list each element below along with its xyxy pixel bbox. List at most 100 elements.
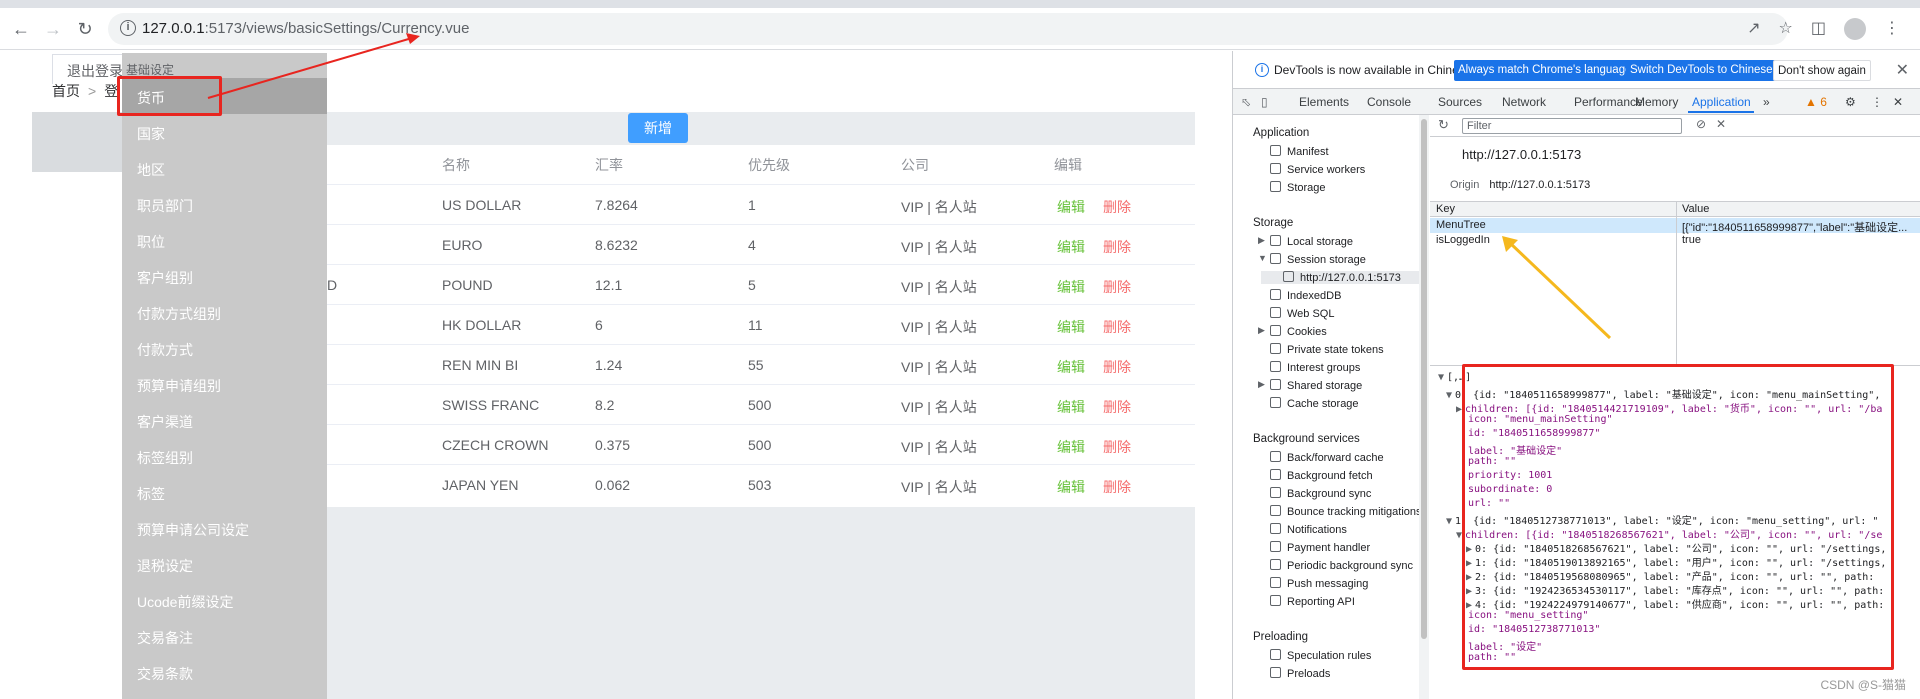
- sidebar-item-storage[interactable]: Storage: [1270, 181, 1326, 194]
- kebab-menu-icon[interactable]: ⋮: [1871, 95, 1883, 109]
- more-menu-icon[interactable]: ⋮: [1884, 18, 1900, 40]
- tab-elements[interactable]: Elements: [1299, 95, 1349, 109]
- menu-item-tax-refund[interactable]: 退税设定: [122, 546, 327, 582]
- expand-arrow-icon[interactable]: ▶: [1258, 325, 1265, 336]
- menu-item-position[interactable]: 职位: [122, 222, 327, 258]
- delete-selected-icon[interactable]: ✕: [1716, 117, 1726, 131]
- edit-link[interactable]: 编辑: [1057, 437, 1085, 457]
- sidebar-item-local-storage[interactable]: ▶ Local storage: [1258, 235, 1353, 248]
- sidebar-item-manifest[interactable]: Manifest: [1270, 145, 1329, 158]
- add-button[interactable]: 新增: [628, 113, 688, 143]
- reload-icon[interactable]: ↻: [74, 18, 96, 40]
- share-icon[interactable]: ↗: [1747, 18, 1760, 40]
- close-devtools-icon[interactable]: ✕: [1893, 95, 1903, 109]
- sidebar-item-push-messaging[interactable]: Push messaging: [1270, 577, 1368, 590]
- edit-link[interactable]: 编辑: [1057, 357, 1085, 377]
- sidebar-item-session-storage[interactable]: ▼ Session storage: [1258, 253, 1366, 266]
- forward-icon[interactable]: →: [42, 18, 64, 40]
- menu-item-payment-method[interactable]: 付款方式: [122, 330, 327, 366]
- delete-link[interactable]: 删除: [1103, 437, 1131, 457]
- sidebar-item-background-fetch[interactable]: Background fetch: [1270, 469, 1373, 482]
- menu-item-payment-group[interactable]: 付款方式组别: [122, 294, 327, 330]
- tab-sources[interactable]: Sources: [1438, 95, 1482, 109]
- address-bar[interactable]: i 127.0.0.1:5173/views/basicSettings/Cur…: [108, 13, 1788, 45]
- sidebar-item-service-workers[interactable]: Service workers: [1270, 163, 1365, 176]
- match-language-button[interactable]: Always match Chrome's language: [1454, 60, 1636, 81]
- sidebar-item-interest-groups[interactable]: Interest groups: [1270, 361, 1360, 374]
- url-text[interactable]: 127.0.0.1:5173/views/basicSettings/Curre…: [142, 20, 469, 37]
- delete-link[interactable]: 删除: [1103, 317, 1131, 337]
- sidebar-item-periodic-sync[interactable]: Periodic background sync: [1270, 559, 1413, 572]
- menu-item-budget-group[interactable]: 预算申请组别: [122, 366, 327, 402]
- sidebar-item-preloads[interactable]: Preloads: [1270, 667, 1330, 680]
- edit-link[interactable]: 编辑: [1057, 397, 1085, 417]
- delete-link[interactable]: 删除: [1103, 277, 1131, 297]
- sidebar-item-reporting-api[interactable]: Reporting API: [1270, 595, 1355, 608]
- menu-item-trade-terms[interactable]: 交易条款: [122, 654, 327, 690]
- menu-item-department[interactable]: 职员部门: [122, 186, 327, 222]
- edit-link[interactable]: 编辑: [1057, 237, 1085, 257]
- menu-item-budget-company[interactable]: 预算申请公司设定: [122, 510, 327, 546]
- sidebar-item-payment-handler[interactable]: Payment handler: [1270, 541, 1370, 554]
- more-tabs-icon[interactable]: »: [1763, 95, 1770, 109]
- settings-gear-icon[interactable]: ⚙: [1845, 95, 1856, 109]
- sidebar-item-cache-storage[interactable]: Cache storage: [1270, 397, 1359, 410]
- expand-arrow-icon[interactable]: ▶: [1258, 235, 1265, 246]
- tab-application[interactable]: Application: [1692, 95, 1751, 109]
- delete-link[interactable]: 删除: [1103, 397, 1131, 417]
- edit-link[interactable]: 编辑: [1057, 277, 1085, 297]
- sidebar-item-session-origin[interactable]: http://127.0.0.1:5173: [1261, 271, 1419, 284]
- kv-row-menutree[interactable]: MenuTree [{"id":"1840511658999877","labe…: [1430, 218, 1920, 234]
- tab-console[interactable]: Console: [1367, 95, 1411, 109]
- sidebar-item-websql[interactable]: Web SQL: [1270, 307, 1335, 320]
- sidebar-item-speculation-rules[interactable]: Speculation rules: [1270, 649, 1371, 662]
- delete-link[interactable]: 删除: [1103, 237, 1131, 257]
- expand-arrow-icon[interactable]: ▶: [1258, 379, 1265, 390]
- edit-link[interactable]: 编辑: [1057, 317, 1085, 337]
- menu-item-country[interactable]: 国家: [122, 114, 327, 150]
- menu-item-customer-channel[interactable]: 客户渠道: [122, 402, 327, 438]
- side-panel-icon[interactable]: ◫: [1811, 18, 1826, 40]
- delete-link[interactable]: 删除: [1103, 477, 1131, 497]
- warning-counter[interactable]: ▲ 6: [1805, 95, 1827, 109]
- filter-input[interactable]: Filter: [1462, 118, 1682, 134]
- sidebar-item-indexeddb[interactable]: IndexedDB: [1270, 289, 1341, 302]
- menu-item-ucode-prefix[interactable]: Ucode前缀设定: [122, 582, 327, 618]
- menu-item-tag-group[interactable]: 标签组别: [122, 438, 327, 474]
- dont-show-again-button[interactable]: Don't show again: [1773, 60, 1871, 81]
- key-column-header[interactable]: Key: [1436, 203, 1455, 215]
- inspect-icon[interactable]: ⬁: [1241, 95, 1251, 109]
- close-icon[interactable]: ✕: [1896, 60, 1909, 80]
- sidebar-item-private-state-tokens[interactable]: Private state tokens: [1270, 343, 1384, 356]
- device-toolbar-icon[interactable]: ▯: [1261, 95, 1268, 109]
- edit-link[interactable]: 编辑: [1057, 197, 1085, 217]
- menu-item-region[interactable]: 地区: [122, 150, 327, 186]
- switch-chinese-button[interactable]: Switch DevTools to Chinese: [1626, 60, 1777, 81]
- sidebar-item-notifications[interactable]: Notifications: [1270, 523, 1347, 536]
- menu-item-customer-group[interactable]: 客户组别: [122, 258, 327, 294]
- collapse-arrow-icon[interactable]: ▼: [1258, 253, 1267, 263]
- tab-memory[interactable]: Memory: [1635, 95, 1678, 109]
- breadcrumb-home[interactable]: 首页: [52, 83, 80, 99]
- site-info-icon[interactable]: i: [120, 20, 136, 36]
- bookmark-star-icon[interactable]: ☆: [1779, 18, 1793, 40]
- delete-link[interactable]: 删除: [1103, 197, 1131, 217]
- sidebar-item-bounce-tracking[interactable]: Bounce tracking mitigations: [1270, 505, 1422, 518]
- profile-avatar[interactable]: [1844, 18, 1866, 40]
- sidebar-item-bfcache[interactable]: Back/forward cache: [1270, 451, 1384, 464]
- sidebar-item-background-sync[interactable]: Background sync: [1270, 487, 1371, 500]
- menu-item-tag[interactable]: 标签: [122, 474, 327, 510]
- delete-link[interactable]: 删除: [1103, 357, 1131, 377]
- edit-link[interactable]: 编辑: [1057, 477, 1085, 497]
- tab-network[interactable]: Network: [1502, 95, 1546, 109]
- value-column-header[interactable]: Value: [1682, 203, 1709, 215]
- refresh-icon[interactable]: ↻: [1438, 117, 1449, 133]
- sidebar-item-cookies[interactable]: ▶ Cookies: [1258, 325, 1327, 338]
- tab-performance[interactable]: Performance: [1574, 95, 1643, 109]
- clear-all-icon[interactable]: ⊘: [1696, 117, 1706, 131]
- kv-row-isloggedin[interactable]: isLoggedIn true: [1430, 233, 1920, 248]
- menu-item-trade-notes[interactable]: 交易备注: [122, 618, 327, 654]
- back-icon[interactable]: ←: [10, 18, 32, 40]
- sidebar-item-shared-storage[interactable]: ▶ Shared storage: [1258, 379, 1362, 392]
- sidebar-scrollbar-thumb[interactable]: [1421, 119, 1427, 639]
